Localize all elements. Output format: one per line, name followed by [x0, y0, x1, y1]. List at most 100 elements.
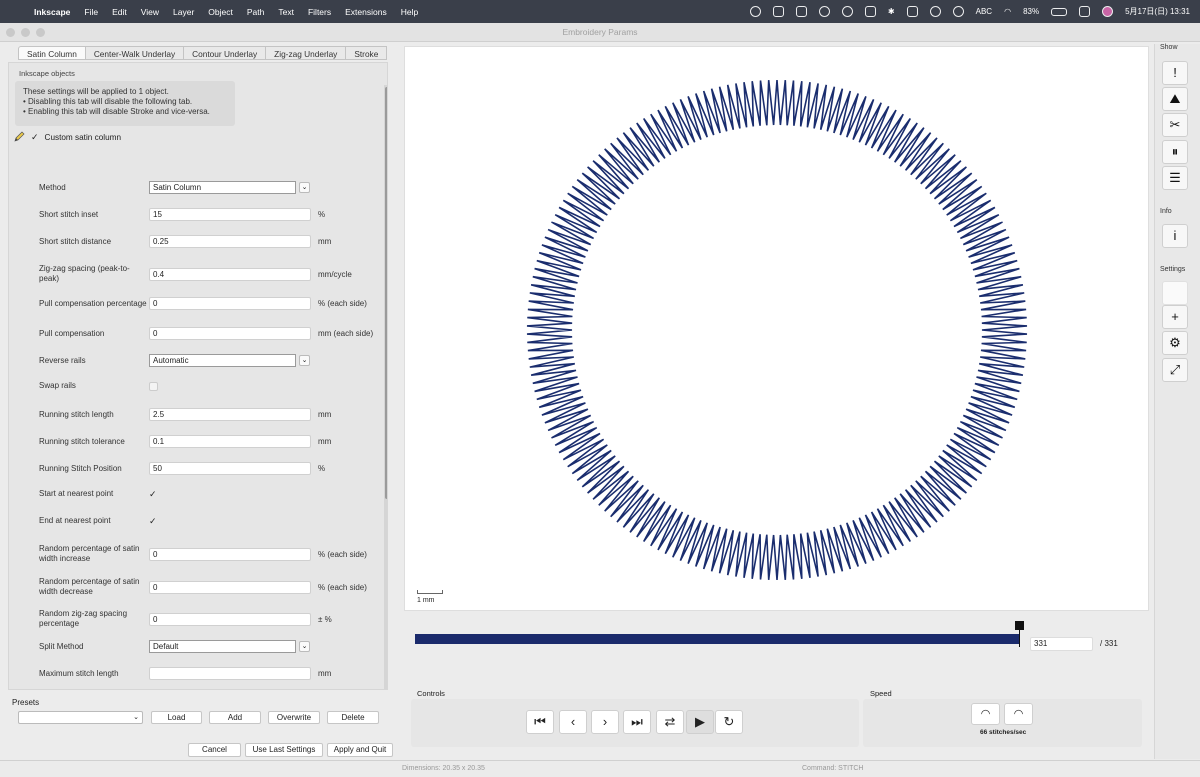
- param-checkbox[interactable]: ✓: [149, 516, 158, 526]
- tab-contour-underlay[interactable]: Contour Underlay: [184, 46, 267, 60]
- play-status-icon[interactable]: [929, 6, 941, 17]
- next-icon[interactable]: ›: [591, 710, 619, 734]
- param-input[interactable]: 15: [149, 208, 311, 221]
- menu-path[interactable]: Path: [247, 7, 265, 17]
- chevron-down-icon[interactable]: ⌄: [299, 355, 310, 366]
- param-input[interactable]: 0: [149, 297, 311, 310]
- param-input[interactable]: 0: [149, 612, 311, 626]
- slower-icon[interactable]: ◠: [971, 703, 1000, 725]
- menu-filters[interactable]: Filters: [308, 7, 331, 17]
- siri-icon[interactable]: [1102, 6, 1114, 17]
- info-icon[interactable]: i: [1162, 224, 1188, 248]
- first-icon[interactable]: ⏮: [526, 710, 554, 734]
- needle-icon[interactable]: ⛰: [1162, 87, 1188, 111]
- minimize-window-button[interactable]: [21, 28, 30, 37]
- gear-icon[interactable]: ⚙: [1162, 331, 1188, 355]
- input-source[interactable]: ABC: [976, 7, 992, 16]
- warning-icon[interactable]: !: [1162, 61, 1188, 85]
- menu-help[interactable]: Help: [401, 7, 418, 17]
- param-unit: mm: [318, 237, 332, 246]
- slider-handle[interactable]: [1015, 621, 1024, 630]
- pencil-icon[interactable]: [13, 131, 25, 143]
- panel-scrollbar[interactable]: [384, 85, 387, 689]
- tab-stroke[interactable]: Stroke: [346, 46, 388, 60]
- cancel-button[interactable]: Cancel: [188, 743, 241, 757]
- overwrite-button[interactable]: Overwrite: [268, 711, 320, 724]
- param-input[interactable]: 0.1: [149, 435, 311, 448]
- param-input[interactable]: 50: [149, 462, 311, 475]
- window-title: Embroidery Params: [562, 27, 638, 37]
- play-icon[interactable]: ▶: [686, 710, 714, 734]
- param-select[interactable]: Satin Column: [149, 181, 296, 194]
- wifi-icon[interactable]: ◠: [1004, 7, 1011, 16]
- preset-select[interactable]: ⌄: [18, 711, 143, 724]
- menu-view[interactable]: View: [141, 7, 159, 17]
- param-input[interactable]: 0: [149, 580, 311, 594]
- refresh-icon[interactable]: ↻: [715, 710, 743, 734]
- bluetooth-icon[interactable]: ✱: [888, 7, 895, 16]
- plus-icon[interactable]: +: [1162, 305, 1188, 329]
- menu-layer[interactable]: Layer: [173, 7, 194, 17]
- param-input[interactable]: 0: [149, 547, 311, 561]
- chevron-down-icon[interactable]: ⌄: [299, 182, 310, 193]
- speed-label: Speed: [870, 689, 892, 698]
- info-box: These settings will be applied to 1 obje…: [15, 81, 235, 126]
- faster-icon[interactable]: ◠: [1004, 703, 1033, 725]
- delete-button[interactable]: Delete: [327, 711, 379, 724]
- param-row: Random percentage of satin width decreas…: [39, 577, 385, 597]
- screen-icon[interactable]: [864, 6, 876, 17]
- param-input[interactable]: [149, 667, 311, 680]
- clock[interactable]: 5月17日(日) 13:31: [1125, 6, 1190, 17]
- param-select[interactable]: Default: [149, 640, 296, 653]
- control-center-icon[interactable]: [1079, 6, 1091, 17]
- chevron-down-icon[interactable]: ⌄: [299, 641, 310, 652]
- add-button[interactable]: Add: [209, 711, 261, 724]
- load-button[interactable]: Load: [151, 711, 202, 724]
- stitch-list-icon[interactable]: ☰: [1162, 166, 1188, 190]
- target-icon[interactable]: [841, 6, 853, 17]
- menu-edit[interactable]: Edit: [112, 7, 127, 17]
- tab-satin-column[interactable]: Satin Column: [18, 46, 86, 60]
- param-checkbox[interactable]: [149, 381, 158, 391]
- apply-and-quit-button[interactable]: Apply and Quit: [327, 743, 393, 757]
- face-icon[interactable]: [952, 6, 964, 17]
- messages-icon[interactable]: [818, 6, 830, 17]
- info-label: Info: [1160, 208, 1172, 215]
- param-label: Random percentage of satin width decreas…: [39, 577, 140, 596]
- menu-text[interactable]: Text: [278, 7, 294, 17]
- param-input[interactable]: 0.25: [149, 235, 311, 248]
- swap-direction-icon[interactable]: ⇄: [656, 710, 684, 734]
- param-checkbox[interactable]: ✓: [149, 489, 158, 499]
- tab-zig-zag-underlay[interactable]: Zig-zag Underlay: [266, 46, 347, 60]
- app-name[interactable]: Inkscape: [34, 7, 70, 17]
- zoom-window-button[interactable]: [36, 28, 45, 37]
- stitch-preview[interactable]: 1 mm: [404, 46, 1149, 611]
- menu-file[interactable]: File: [84, 7, 98, 17]
- param-select[interactable]: Automatic: [149, 354, 296, 367]
- param-input[interactable]: 2.5: [149, 408, 311, 421]
- stitch-progress-bar[interactable]: [415, 634, 1020, 644]
- menu-extensions[interactable]: Extensions: [345, 7, 387, 17]
- timer-icon[interactable]: [749, 6, 761, 17]
- scrollbar-thumb[interactable]: [385, 87, 387, 499]
- resize-icon[interactable]: ⤢: [1162, 358, 1188, 382]
- clipboard-icon[interactable]: [772, 6, 784, 17]
- param-input[interactable]: 0.4: [149, 267, 311, 281]
- blank-button[interactable]: [1162, 281, 1188, 305]
- param-input[interactable]: 0: [149, 327, 311, 340]
- scissors-icon[interactable]: ✂: [1162, 113, 1188, 137]
- close-window-button[interactable]: [6, 28, 15, 37]
- prev-icon[interactable]: ‹: [559, 710, 587, 734]
- stitch-total: / 331: [1100, 639, 1118, 648]
- drive-icon[interactable]: [795, 6, 807, 17]
- grid-icon[interactable]: [906, 6, 918, 17]
- last-icon[interactable]: ⏭: [623, 710, 651, 734]
- tab-center-walk-underlay[interactable]: Center-Walk Underlay: [85, 46, 185, 60]
- stitch-number-input[interactable]: 331: [1030, 637, 1093, 651]
- use-last-settings-button[interactable]: Use Last Settings: [245, 743, 323, 757]
- param-row: Reverse rails Automatic ⌄: [39, 354, 385, 367]
- pause-icon[interactable]: ⏸: [1162, 140, 1188, 164]
- custom-satin-checkbox[interactable]: ✓: [31, 132, 39, 143]
- menu-object[interactable]: Object: [208, 7, 233, 17]
- battery-icon[interactable]: [1051, 7, 1068, 16]
